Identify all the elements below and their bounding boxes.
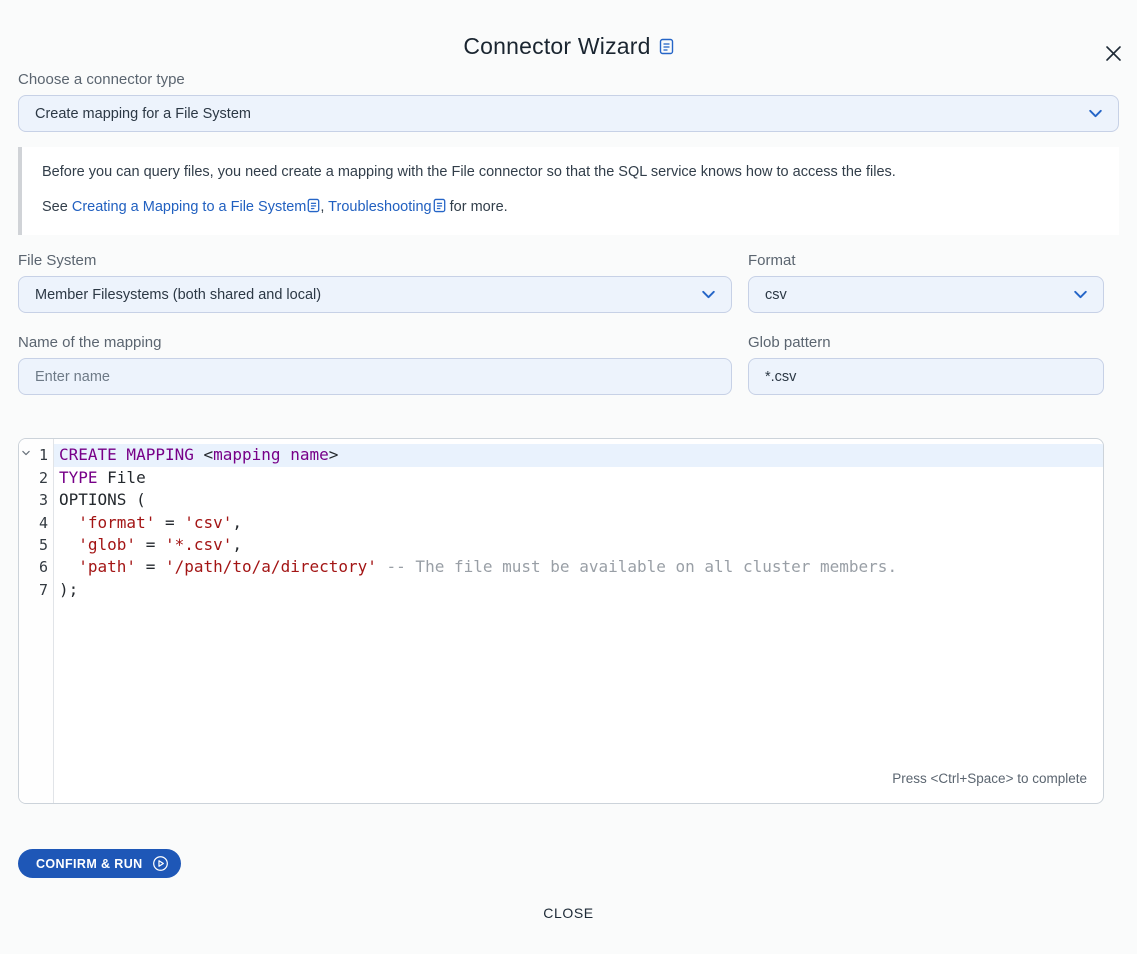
chevron-down-icon <box>1087 105 1104 122</box>
code-line[interactable]: 'format' = 'csv', <box>54 512 1103 534</box>
close-icon <box>1104 44 1123 63</box>
chevron-down-icon <box>700 286 717 303</box>
info-links-line: See Creating a Mapping to a File System,… <box>42 198 1099 218</box>
file-system-select[interactable]: Member Filesystems (both shared and loca… <box>18 276 732 313</box>
line-number: 2 <box>19 467 53 489</box>
file-system-label: File System <box>18 252 732 269</box>
confirm-run-label: CONFIRM & RUN <box>36 857 143 871</box>
format-value: csv <box>765 287 1072 303</box>
link-troubleshooting[interactable]: Troubleshooting <box>328 199 431 215</box>
link-creating-mapping[interactable]: Creating a Mapping to a File System <box>72 199 307 215</box>
editor-gutter: 1234567 <box>19 439 54 803</box>
info-separator: , <box>320 199 328 215</box>
line-number: 4 <box>19 512 53 534</box>
document-icon <box>307 201 320 217</box>
code-line[interactable]: 'glob' = '*.csv', <box>54 534 1103 556</box>
connector-type-value: Create mapping for a File System <box>35 106 1087 122</box>
code-line[interactable]: 'path' = '/path/to/a/directory' -- The f… <box>54 556 1103 578</box>
chevron-down-icon <box>1072 286 1089 303</box>
confirm-run-button[interactable]: CONFIRM & RUN <box>18 849 181 878</box>
file-system-value: Member Filesystems (both shared and loca… <box>35 287 700 303</box>
dialog-close-button[interactable] <box>1101 41 1125 65</box>
info-suffix: for more. <box>446 199 508 215</box>
mapping-name-input[interactable] <box>18 358 732 395</box>
line-number: 6 <box>19 556 53 578</box>
format-label: Format <box>748 252 1104 269</box>
info-box: Before you can query files, you need cre… <box>18 147 1119 235</box>
editor-code[interactable]: CREATE MAPPING <mapping name>TYPE FileOP… <box>54 439 1103 803</box>
page-title: Connector Wizard <box>463 33 650 60</box>
line-number: 7 <box>19 579 53 601</box>
document-icon[interactable] <box>659 38 674 55</box>
code-line[interactable]: ); <box>54 579 1103 601</box>
close-button[interactable]: CLOSE <box>543 905 593 921</box>
info-see-prefix: See <box>42 199 72 215</box>
fold-chevron-icon[interactable] <box>21 448 31 458</box>
line-number: 3 <box>19 489 53 511</box>
line-number: 1 <box>19 444 53 466</box>
document-icon <box>433 201 446 217</box>
line-number: 5 <box>19 534 53 556</box>
mapping-name-label: Name of the mapping <box>18 334 732 351</box>
format-select[interactable]: csv <box>748 276 1104 313</box>
connector-type-label: Choose a connector type <box>18 71 1119 88</box>
code-line[interactable]: TYPE File <box>54 467 1103 489</box>
editor-autocomplete-hint: Press <Ctrl+Space> to complete <box>892 768 1087 790</box>
glob-pattern-label: Glob pattern <box>748 334 1104 351</box>
sql-editor[interactable]: 1234567 CREATE MAPPING <mapping name>TYP… <box>18 438 1104 804</box>
code-line[interactable]: OPTIONS ( <box>54 489 1103 511</box>
connector-type-select[interactable]: Create mapping for a File System <box>18 95 1119 132</box>
info-paragraph: Before you can query files, you need cre… <box>42 164 1099 181</box>
play-icon <box>152 855 169 872</box>
glob-pattern-input[interactable] <box>748 358 1104 395</box>
code-line[interactable]: CREATE MAPPING <mapping name> <box>54 444 1103 466</box>
